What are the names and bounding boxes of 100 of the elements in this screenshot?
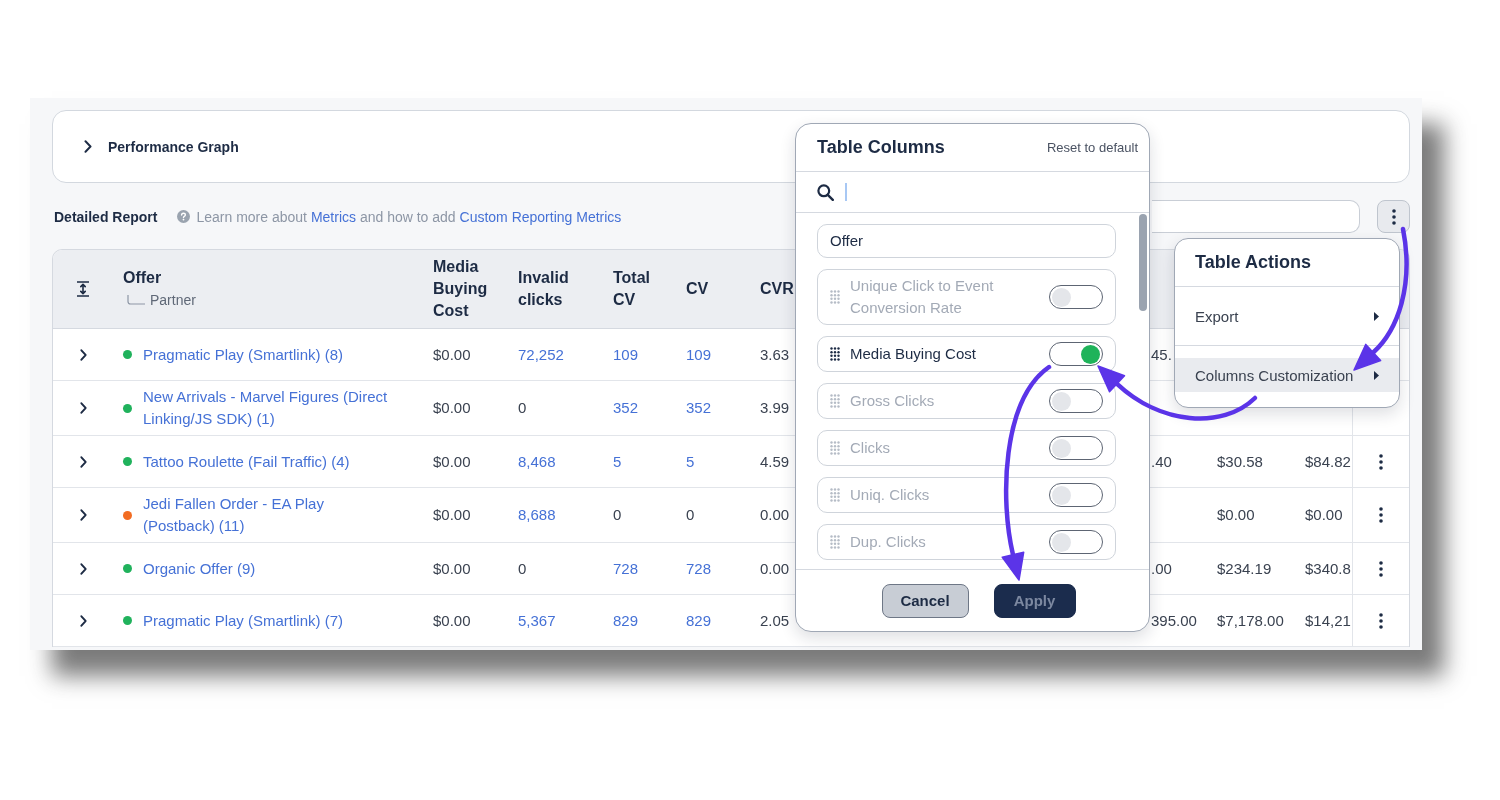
vertical-dots-icon[interactable] — [1379, 560, 1383, 577]
menu-item[interactable]: Export — [1175, 299, 1399, 333]
search-field[interactable] — [796, 172, 1149, 213]
vertical-dots-icon[interactable] — [1379, 612, 1383, 629]
table-cell-text: $0.00 — [433, 344, 471, 365]
chevron-right-icon[interactable] — [80, 614, 87, 627]
scrollbar-thumb[interactable] — [1139, 214, 1147, 311]
table-cell-text: .40 — [1151, 451, 1172, 472]
count-link[interactable]: 352 — [686, 397, 712, 419]
count-link[interactable]: 352 — [613, 397, 639, 419]
column-option[interactable]: Uniq. Clicks — [817, 477, 1116, 513]
drag-handle-icon[interactable] — [830, 347, 840, 361]
secondary-button[interactable]: Cancel — [881, 583, 969, 618]
count-link[interactable]: 728 — [686, 557, 712, 580]
chevron-right-icon[interactable] — [80, 402, 87, 414]
more-button[interactable] — [1377, 200, 1410, 233]
vertical-dots-icon — [1391, 208, 1396, 225]
vertical-dots-icon[interactable] — [1379, 507, 1383, 523]
chevron-right-icon[interactable] — [80, 562, 87, 575]
count-link[interactable]: 8,468 — [518, 450, 556, 473]
table-cell-text: $234.19 — [1217, 558, 1272, 579]
count-link[interactable]: 829 — [686, 609, 712, 632]
search-field[interactable] — [1152, 200, 1360, 233]
column-subheader: Partner — [150, 291, 196, 310]
table-cell-text: 2.05 — [760, 610, 790, 631]
table-cell-text: 0 — [518, 398, 527, 418]
table-cell-text: $14,21 — [1305, 610, 1351, 631]
offer-link[interactable]: Pragmatic Play (Smartlink) (7) — [143, 609, 344, 632]
count-link[interactable]: 5,367 — [518, 609, 556, 632]
toggle-switch[interactable] — [1049, 285, 1103, 309]
column-header: Invalid clicks — [518, 268, 570, 310]
drag-handle-icon[interactable] — [830, 488, 840, 502]
table-cell-text: $0.00 — [433, 610, 471, 631]
table-cell-text: 395.00 — [1151, 610, 1197, 631]
drag-handle-icon[interactable] — [830, 394, 840, 408]
table-cell-text: 0 — [686, 505, 695, 525]
toggle-switch[interactable] — [1049, 436, 1103, 460]
option-label: Uniq. Clicks — [850, 485, 931, 505]
toggle-switch[interactable] — [1049, 483, 1103, 507]
count-link[interactable]: 829 — [613, 609, 639, 632]
table-cell-text: .00 — [1151, 558, 1172, 579]
option-label: Dup. Clicks — [850, 532, 927, 552]
column-header: CV — [686, 279, 709, 299]
count-link[interactable]: 8,688 — [518, 504, 556, 526]
table-cell-text: 0.00 — [760, 505, 790, 525]
column-header: Total CV — [613, 268, 652, 310]
help-text: Learn more about Metrics and how to add Custom Reporting Metrics — [196, 208, 622, 225]
chevron-right-icon[interactable] — [80, 455, 87, 468]
table-cell-text: $0.00 — [433, 505, 471, 525]
column-option[interactable]: Unique Click to Event Conversion Rate — [817, 269, 1116, 325]
count-link[interactable]: 728 — [613, 557, 639, 580]
chevron-right-icon[interactable] — [84, 140, 92, 153]
option-label: Unique Click to Event Conversion Rate — [850, 276, 995, 318]
option-label: Clicks — [850, 438, 891, 458]
count-link[interactable]: 5 — [686, 450, 695, 473]
table-cell-text: $7,178.00 — [1217, 610, 1284, 631]
option-label: Media Buying Cost — [850, 344, 977, 364]
help-link[interactable]: Custom Reporting Metrics — [459, 208, 622, 225]
panel-title: Performance Graph — [108, 138, 239, 155]
drag-handle-icon[interactable] — [830, 290, 840, 304]
menu-item[interactable]: Columns Customization — [1175, 358, 1399, 392]
table-cell-text: 0 — [613, 505, 622, 525]
table-cell-text: $0.00 — [433, 558, 471, 579]
offer-link[interactable]: New Arrivals - Marvel Figures (Direct Linking/JS SDK) (1) — [143, 386, 393, 430]
help-link[interactable]: Metrics — [310, 208, 356, 225]
offer-link[interactable]: Organic Offer (9) — [143, 557, 256, 580]
offer-link[interactable]: Pragmatic Play (Smartlink) (8) — [143, 343, 344, 366]
table-cell-text: 0.00 — [760, 558, 790, 579]
offer-link[interactable]: Jedi Fallen Order - EA Play (Postback) (11) — [143, 493, 393, 537]
search-icon — [817, 183, 834, 201]
table-cell-text: $0.00 — [1217, 505, 1255, 525]
caret-right-icon — [1374, 311, 1379, 321]
toggle-switch[interactable] — [1049, 530, 1103, 554]
table-cell-text: $30.58 — [1217, 451, 1263, 472]
column-option[interactable]: Gross Clicks — [817, 383, 1116, 419]
count-link[interactable]: 5 — [613, 450, 622, 473]
chevron-right-icon[interactable] — [80, 348, 87, 361]
drag-handle-icon[interactable] — [830, 535, 840, 549]
help-icon — [177, 210, 191, 223]
count-link[interactable]: 72,252 — [518, 343, 564, 366]
column-header: Media Buying Cost — [433, 257, 489, 321]
count-link[interactable]: 109 — [686, 343, 712, 366]
caret-right-icon — [1374, 370, 1379, 380]
column-option[interactable]: Offer — [817, 224, 1116, 258]
option-label: Gross Clicks — [850, 391, 936, 411]
offer-link[interactable]: Tattoo Roulette (Fail Traffic) (4) — [143, 450, 350, 473]
column-option[interactable]: Media Buying Cost — [817, 336, 1116, 372]
count-link[interactable]: 109 — [613, 343, 639, 366]
toggle-switch[interactable] — [1049, 389, 1103, 413]
table-cell-text: $0.00 — [433, 398, 471, 418]
table-cell-text: 4.59 — [760, 451, 790, 472]
vertical-dots-icon[interactable] — [1379, 453, 1383, 470]
vertical-arrows-icon[interactable] — [77, 281, 89, 297]
chevron-right-icon[interactable] — [80, 509, 87, 521]
table-cell-text: 3.99 — [760, 398, 790, 418]
section-title: Detailed Report — [54, 208, 158, 225]
toggle-switch[interactable] — [1049, 342, 1103, 366]
reset-link[interactable]: Reset to default — [1046, 140, 1138, 155]
drag-handle-icon[interactable] — [830, 441, 840, 455]
tree-connector-icon — [127, 295, 145, 305]
